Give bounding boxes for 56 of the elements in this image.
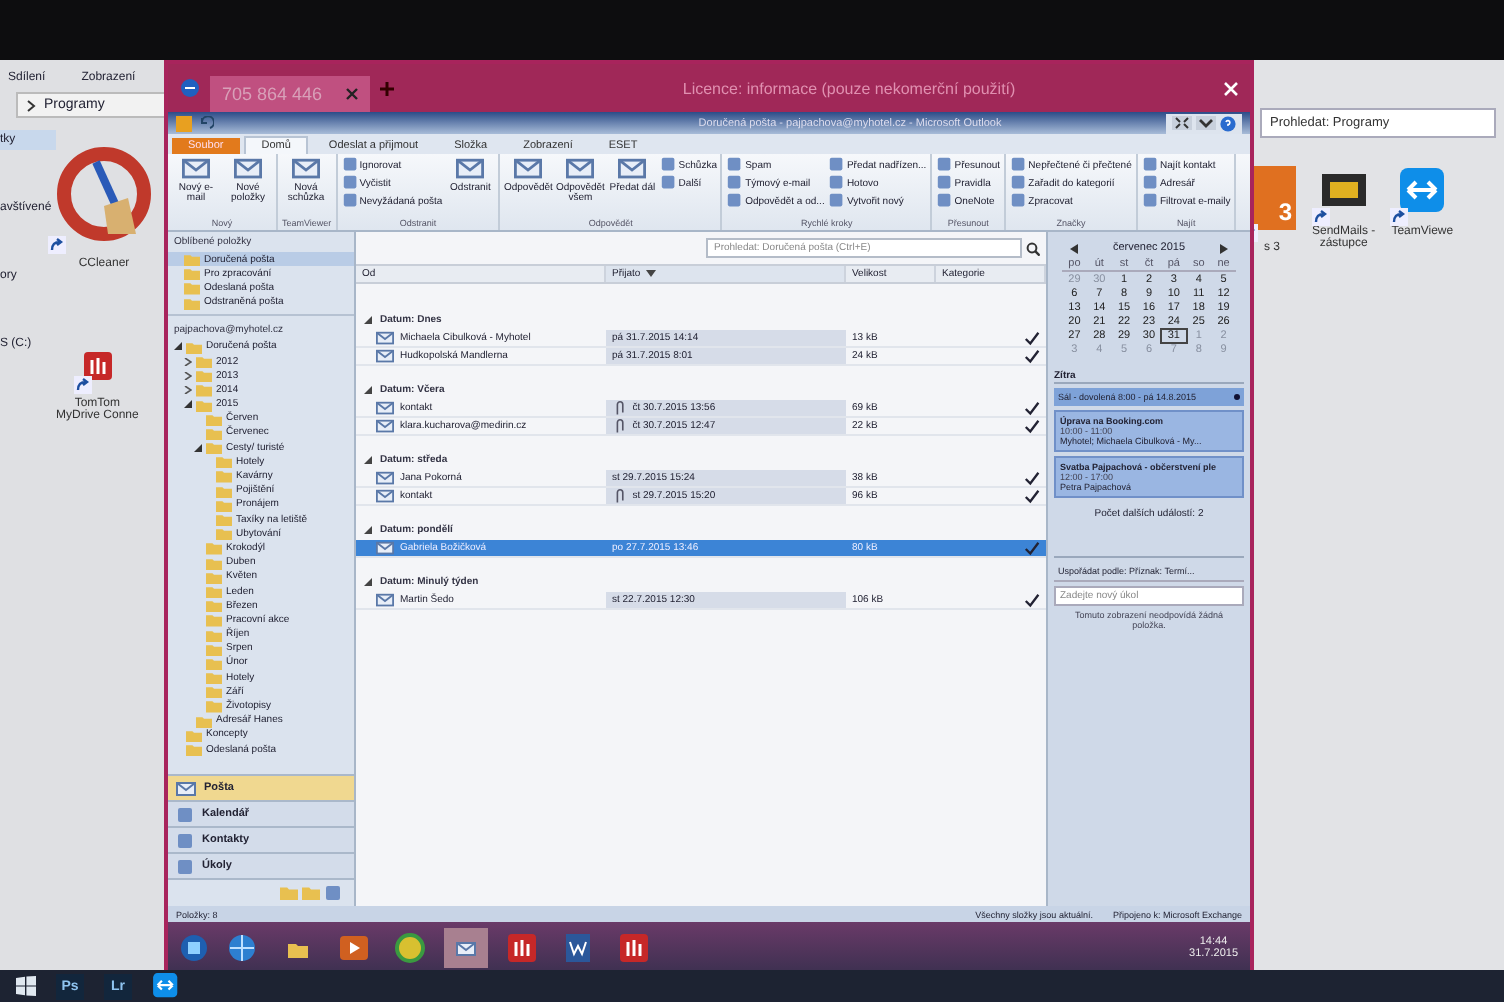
tile-icon xyxy=(1141,192,1158,210)
tile-icon xyxy=(828,174,845,192)
tile-icon xyxy=(660,174,677,192)
tile-icon xyxy=(1141,156,1158,174)
shortcut-arrow-icon xyxy=(73,376,92,394)
expand-icon xyxy=(1172,116,1192,130)
shortcut-arrow-icon xyxy=(1311,208,1330,226)
taskbar-button[interactable] xyxy=(152,973,180,999)
undo-icon xyxy=(198,115,214,131)
globe-icon xyxy=(226,932,258,964)
shortcut-arrow-icon xyxy=(48,236,66,254)
tile-icon xyxy=(176,805,194,823)
tile-icon xyxy=(660,156,677,174)
tile-icon xyxy=(1010,156,1027,174)
tile-icon xyxy=(341,156,358,174)
add-tab-icon xyxy=(380,81,395,95)
outlook-logo-icon xyxy=(176,115,192,131)
windows-logo-icon xyxy=(16,976,36,996)
tile-icon xyxy=(1010,192,1027,210)
tile-icon xyxy=(726,174,744,192)
circle-icon xyxy=(394,932,426,964)
tile-icon xyxy=(341,192,358,210)
tile-icon xyxy=(726,192,744,210)
tile-icon xyxy=(1010,174,1027,192)
previous-icon xyxy=(1070,243,1078,253)
close-icon xyxy=(1224,81,1238,95)
tile-icon xyxy=(341,174,358,192)
tile-icon xyxy=(936,156,953,174)
session-icon xyxy=(180,78,200,98)
chevron-down-icon xyxy=(1196,116,1216,130)
close-icon xyxy=(346,88,359,100)
tile-icon xyxy=(176,857,194,875)
start-orb-icon xyxy=(180,934,208,962)
license-notice: Licence: informace (pouze nekomerční použití) xyxy=(680,79,1018,97)
search-icon xyxy=(1026,241,1040,255)
arrows-icon xyxy=(152,972,180,1000)
tile-icon xyxy=(828,192,845,210)
tile-icon xyxy=(324,884,342,902)
document-icon xyxy=(562,932,594,964)
tile-icon xyxy=(828,156,845,174)
tile-icon xyxy=(936,174,953,192)
tile-icon xyxy=(936,192,953,210)
tile-icon xyxy=(1141,174,1158,192)
sort-arrow-icon xyxy=(646,270,657,278)
tile-icon xyxy=(176,831,194,849)
tile-icon xyxy=(726,156,744,174)
help-icon xyxy=(1220,115,1236,131)
shortcut-arrow-icon xyxy=(1390,208,1409,226)
play-icon xyxy=(338,932,370,964)
folder-icon xyxy=(288,939,308,957)
next-icon xyxy=(1220,243,1228,253)
tab-label: 705 864 446 xyxy=(222,84,323,104)
arrows-icon xyxy=(1398,166,1447,214)
dot-icon xyxy=(1234,394,1240,400)
chevron-icon xyxy=(26,99,36,111)
broom-icon xyxy=(56,146,152,242)
